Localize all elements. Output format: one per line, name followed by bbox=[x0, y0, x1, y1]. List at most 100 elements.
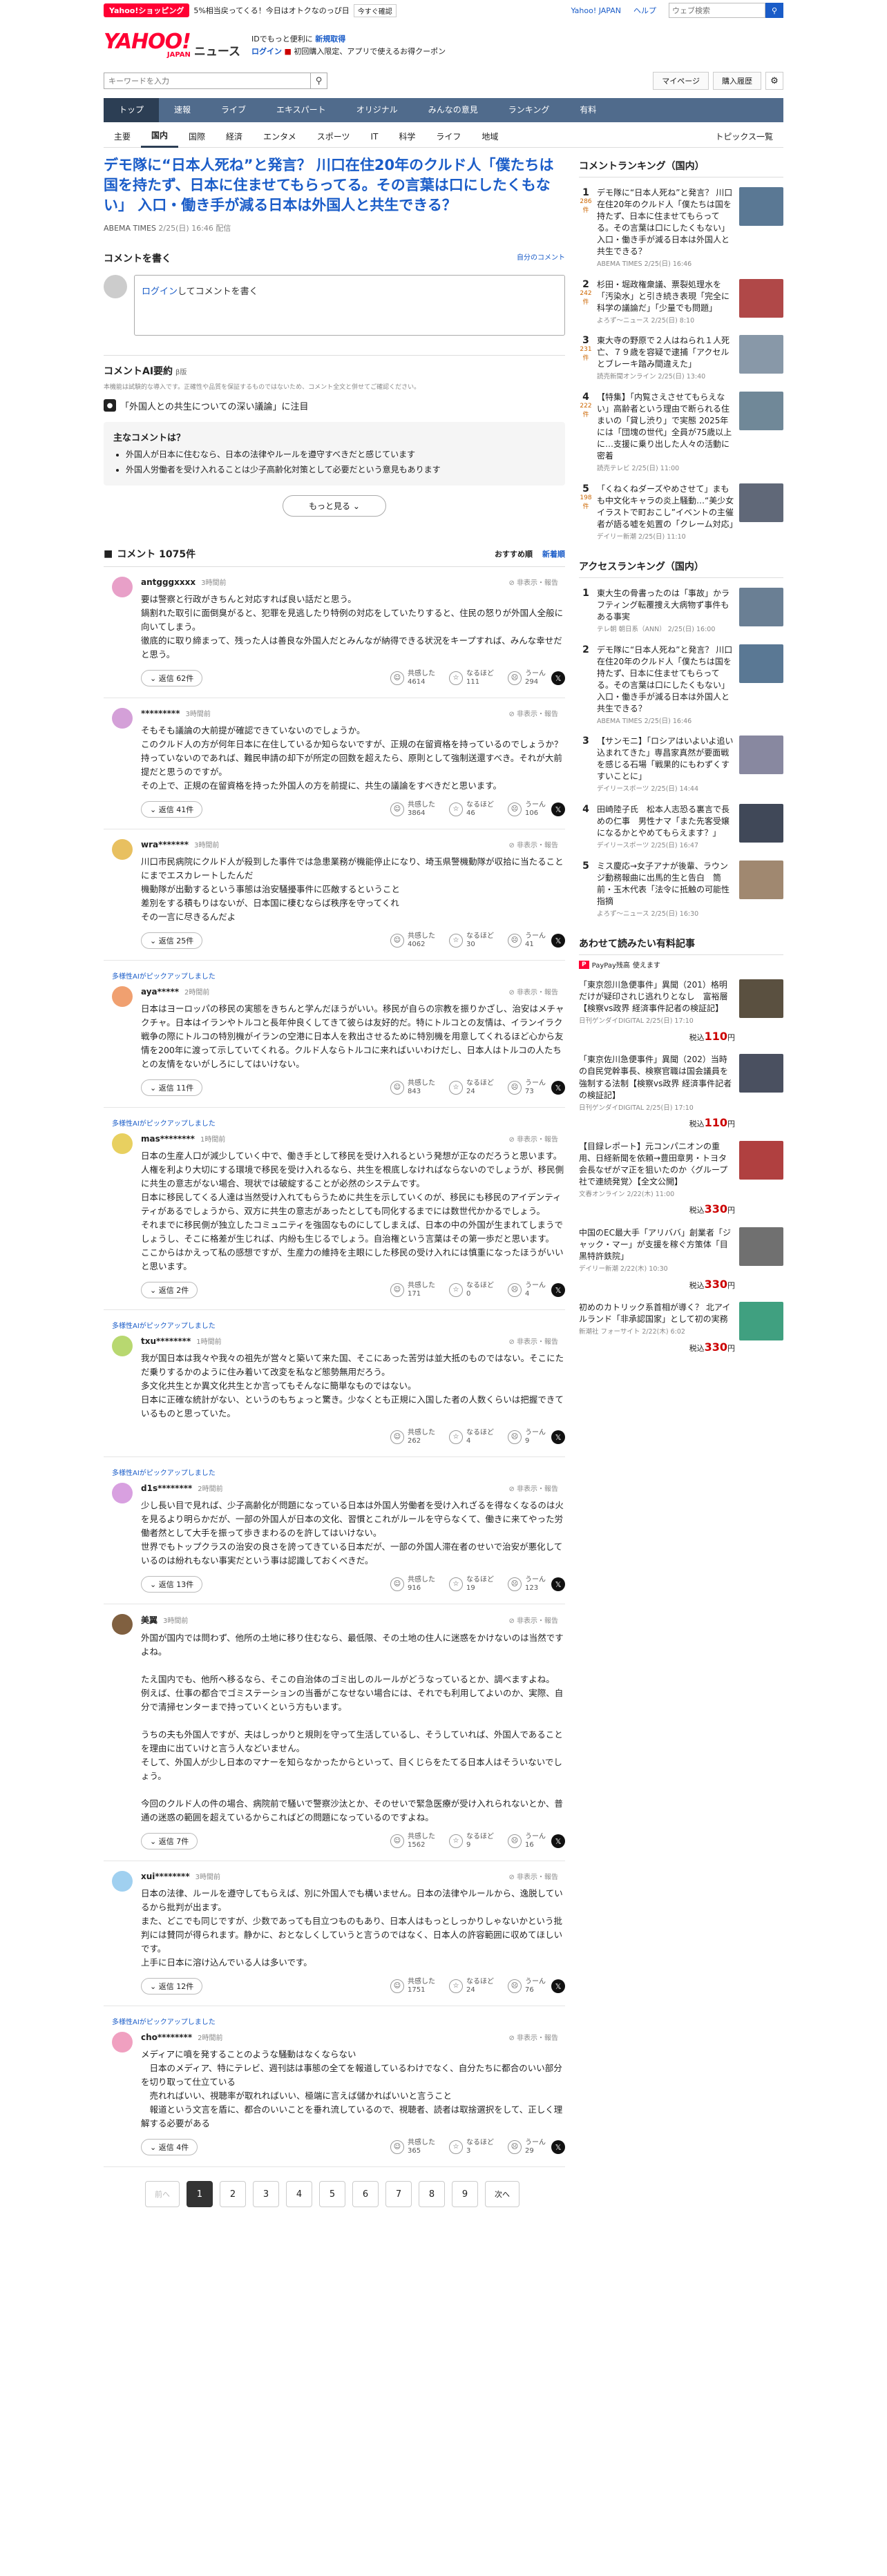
tab-main[interactable]: 主要 bbox=[104, 126, 141, 147]
reaction-insight-button[interactable]: ☆ なるほど 19 bbox=[449, 1576, 494, 1593]
prev-page-button[interactable]: 前へ bbox=[145, 2181, 180, 2208]
paid-item[interactable]: 「東京佐川急便事件」異聞（202）当時の自民党幹事長、検察官職は国会議員を強制す… bbox=[579, 1054, 783, 1131]
my-comments-link[interactable]: 自分のコメント bbox=[517, 251, 565, 265]
promo-check-button[interactable]: 今すぐ確認 bbox=[353, 3, 397, 17]
web-search-input[interactable] bbox=[669, 3, 765, 18]
report-link[interactable]: ⊘ 非表示・報告 bbox=[508, 1336, 558, 1346]
comment-user[interactable]: aya***** bbox=[141, 987, 179, 997]
x-share-icon[interactable]: 𝕏 bbox=[551, 2140, 565, 2155]
comment-user[interactable]: wra******* bbox=[141, 840, 189, 849]
report-link[interactable]: ⊘ 非表示・報告 bbox=[508, 577, 558, 587]
reaction-hmm-button[interactable]: ☹ うーん 9 bbox=[508, 1429, 546, 1445]
nav-paid[interactable]: 有料 bbox=[564, 98, 611, 122]
reaction-hmm-button[interactable]: ☹ うーん 16 bbox=[508, 1833, 546, 1849]
page-3[interactable]: 3 bbox=[253, 2181, 279, 2208]
reaction-empathy-button[interactable]: ☺ 共感した 916 bbox=[390, 1576, 435, 1593]
show-more-button[interactable]: もっと見る ⌄ bbox=[283, 495, 386, 517]
access-item[interactable]: 4 田崎陸子氏 松本人志恐る裏言で長めの仁事 男性ナマ「また先客受嬢になるかとやめ… bbox=[579, 803, 783, 851]
reaction-insight-button[interactable]: ☆ なるほど 0 bbox=[449, 1282, 494, 1298]
x-share-icon[interactable]: 𝕏 bbox=[551, 934, 565, 948]
reaction-empathy-button[interactable]: ☺ 共感した 3864 bbox=[390, 801, 435, 818]
comment-user[interactable]: txu******** bbox=[141, 1336, 191, 1346]
x-share-icon[interactable]: 𝕏 bbox=[551, 1283, 565, 1298]
tab-life[interactable]: ライフ bbox=[426, 126, 471, 147]
signup-link[interactable]: 新規取得 bbox=[315, 35, 345, 44]
comment-user[interactable]: ********* bbox=[141, 709, 180, 718]
report-link[interactable]: ⊘ 非表示・報告 bbox=[508, 1871, 558, 1881]
mypage-button[interactable]: マイページ bbox=[653, 72, 709, 90]
news-search-input[interactable] bbox=[104, 73, 311, 89]
x-share-icon[interactable]: 𝕏 bbox=[551, 802, 565, 817]
tab-region[interactable]: 地域 bbox=[471, 126, 508, 147]
tab-domestic[interactable]: 国内 bbox=[141, 125, 179, 148]
page-9[interactable]: 9 bbox=[452, 2181, 478, 2208]
reaction-insight-button[interactable]: ☆ なるほど 24 bbox=[449, 1978, 494, 1995]
reaction-hmm-button[interactable]: ☹ うーん 76 bbox=[508, 1978, 546, 1995]
topics-list-link[interactable]: トピックス一覧 bbox=[705, 126, 783, 147]
replies-button[interactable]: ⌄ 返信 4件 bbox=[141, 2139, 198, 2156]
reaction-insight-button[interactable]: ☆ なるほど 24 bbox=[449, 1079, 494, 1096]
report-link[interactable]: ⊘ 非表示・報告 bbox=[508, 1483, 558, 1493]
page-6[interactable]: 6 bbox=[352, 2181, 379, 2208]
reaction-hmm-button[interactable]: ☹ うーん 106 bbox=[508, 801, 546, 818]
comment-user[interactable]: xui******** bbox=[141, 1872, 190, 1881]
nav-live[interactable]: ライブ bbox=[206, 98, 261, 122]
tab-science[interactable]: 科学 bbox=[388, 126, 426, 147]
page-2[interactable]: 2 bbox=[220, 2181, 246, 2208]
nav-ranking[interactable]: ランキング bbox=[493, 98, 565, 122]
tab-economy[interactable]: 経済 bbox=[216, 126, 253, 147]
ranking-item[interactable]: 4 222件 【特集】「内覧さえさせてもらえない」高齢者という理由で断られる住まいの… bbox=[579, 391, 783, 474]
replies-button[interactable]: ⌄ 返信 25件 bbox=[141, 932, 203, 950]
report-link[interactable]: ⊘ 非表示・報告 bbox=[508, 708, 558, 718]
access-item[interactable]: 2 デモ隊に“日本人死ね”と発言？ 川口在住20年のクルド人「僕たちは国を持たず、… bbox=[579, 644, 783, 727]
nav-original[interactable]: オリジナル bbox=[341, 98, 413, 122]
reaction-insight-button[interactable]: ☆ なるほど 46 bbox=[449, 801, 494, 818]
replies-button[interactable]: ⌄ 返信 12件 bbox=[141, 1978, 203, 1995]
tab-international[interactable]: 国際 bbox=[178, 126, 216, 147]
replies-button[interactable]: ⌄ 返信 2件 bbox=[141, 1282, 198, 1299]
x-share-icon[interactable]: 𝕏 bbox=[551, 671, 565, 686]
sort-recommended[interactable]: おすすめ順 bbox=[495, 548, 533, 559]
reaction-empathy-button[interactable]: ☺ 共感した 1751 bbox=[390, 1978, 435, 1995]
reaction-insight-button[interactable]: ☆ なるほど 4 bbox=[449, 1429, 494, 1445]
reaction-empathy-button[interactable]: ☺ 共感した 4062 bbox=[390, 932, 435, 949]
web-search-button[interactable]: ⚲ bbox=[765, 3, 783, 18]
page-4[interactable]: 4 bbox=[286, 2181, 312, 2208]
replies-button[interactable]: ⌄ 返信 13件 bbox=[141, 1576, 203, 1593]
paid-item[interactable]: 【目録レポート】元コンパニオンの重用、日経新聞を依頼→豊田章男・トヨタ会長なぜが… bbox=[579, 1140, 783, 1218]
shopping-link[interactable]: Yahoo!ショッピング bbox=[104, 3, 190, 17]
reaction-hmm-button[interactable]: ☹ うーん 41 bbox=[508, 932, 546, 949]
news-search-button[interactable]: ⚲ bbox=[311, 73, 327, 89]
reaction-insight-button[interactable]: ☆ なるほど 111 bbox=[449, 670, 494, 686]
replies-button[interactable]: ⌄ 返信 41件 bbox=[141, 801, 203, 818]
gear-icon[interactable]: ⚙ bbox=[765, 72, 783, 90]
comment-user[interactable]: antgggxxxx bbox=[141, 577, 195, 587]
x-share-icon[interactable]: 𝕏 bbox=[551, 1081, 565, 1095]
reaction-empathy-button[interactable]: ☺ 共感した 843 bbox=[390, 1079, 435, 1096]
report-link[interactable]: ⊘ 非表示・報告 bbox=[508, 1615, 558, 1625]
replies-button[interactable]: ⌄ 返信 11件 bbox=[141, 1079, 203, 1097]
tab-entertainment[interactable]: エンタメ bbox=[253, 126, 307, 147]
x-share-icon[interactable]: 𝕏 bbox=[551, 1430, 565, 1445]
shopping-promo[interactable]: 5%相当戻ってくる！今日はオトクなのっぴ日 bbox=[193, 5, 349, 16]
reaction-empathy-button[interactable]: ☺ 共感した 1562 bbox=[390, 1833, 435, 1849]
help-link[interactable]: ヘルプ bbox=[633, 5, 656, 16]
nav-breaking[interactable]: 速報 bbox=[159, 98, 206, 122]
x-share-icon[interactable]: 𝕏 bbox=[551, 1577, 565, 1592]
report-link[interactable]: ⊘ 非表示・報告 bbox=[508, 986, 558, 997]
yahoo-news-logo[interactable]: YAHOO! JAPAN ニュース bbox=[104, 32, 240, 59]
nav-top[interactable]: トップ bbox=[104, 98, 160, 122]
paid-item[interactable]: 初めのカトリック系首相が導く？ 北アイルランド「非承認国家」として初の実務 新潮社… bbox=[579, 1302, 783, 1355]
report-link[interactable]: ⊘ 非表示・報告 bbox=[508, 2032, 558, 2042]
x-share-icon[interactable]: 𝕏 bbox=[551, 1834, 565, 1849]
reaction-empathy-button[interactable]: ☺ 共感した 4614 bbox=[390, 670, 435, 686]
article-title[interactable]: デモ隊に“日本人死ね”と発言？ 川口在住20年のクルド人「僕たちは国を持たず、日… bbox=[104, 155, 565, 215]
ranking-item[interactable]: 3 231件 東大寺の野原で２人はねられ１人死亡、７９歳を容疑で逮捕「アクセルとブレ… bbox=[579, 335, 783, 382]
replies-button[interactable]: ⌄ 返信 7件 bbox=[141, 1833, 198, 1850]
paid-item[interactable]: 中国のEC最大手「アリババ」創業者「ジャック・マー」が支援を稼ぐ方策体「目黒特許… bbox=[579, 1227, 783, 1292]
reaction-insight-button[interactable]: ☆ なるほど 3 bbox=[449, 2139, 494, 2155]
reaction-hmm-button[interactable]: ☹ うーん 294 bbox=[508, 670, 546, 686]
access-item[interactable]: 1 東大生の骨書ったのは「事故」かラフティング転覆捜え大病物ず事件もある事実 テレ朝… bbox=[579, 588, 783, 635]
nav-opinions[interactable]: みんなの意見 bbox=[413, 98, 493, 122]
paid-item[interactable]: 「東京怨川急便事件」異聞（201）格明だけが疑印されじ逃れりとなし 富裕層【検察… bbox=[579, 979, 783, 1044]
